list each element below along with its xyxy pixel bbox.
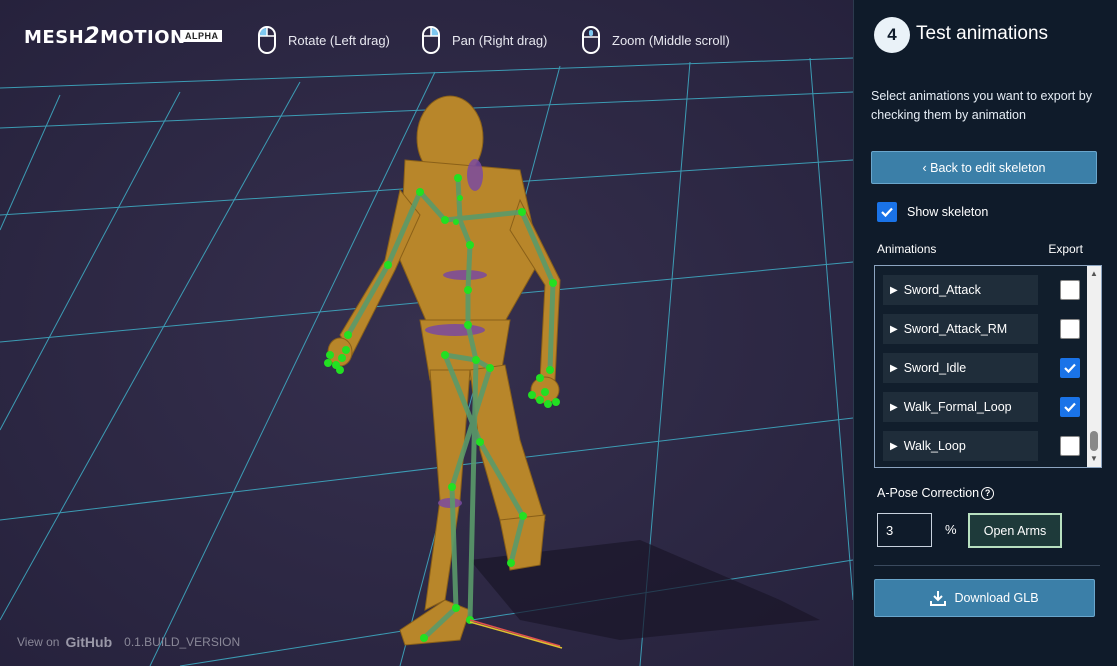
- animation-name: Sword_Idle: [903, 361, 967, 375]
- play-icon: ▶: [890, 362, 898, 374]
- play-icon: ▶: [890, 284, 898, 296]
- scroll-up-icon[interactable]: ▲: [1089, 269, 1099, 279]
- animation-row-walk-loop[interactable]: ▶ Walk_Loop: [883, 431, 1080, 461]
- rotate-hint: Rotate (Left drag): [258, 24, 390, 56]
- animations-header: Animations Export: [877, 242, 1083, 256]
- checkmark-icon: [1064, 402, 1076, 413]
- side-panel: 4 Test animations Select animations you …: [853, 0, 1117, 666]
- rotate-hint-label: Rotate (Left drag): [288, 32, 390, 48]
- pan-hint-label: Pan (Right drag): [452, 32, 548, 48]
- download-icon: [930, 591, 947, 606]
- animations-list[interactable]: ▶ Sword_Attack ▶ Sword_Attack_RM ▶ Sword_Id…: [874, 265, 1102, 468]
- export-column-header: Export: [1048, 242, 1083, 256]
- animation-name: Walk_Formal_Loop: [903, 400, 1012, 414]
- scroll-down-icon[interactable]: ▼: [1089, 454, 1099, 464]
- show-skeleton-checkbox[interactable]: [877, 202, 897, 222]
- zoom-hint-label: Zoom (Middle scroll): [612, 32, 730, 48]
- apose-correction-label: A-Pose Correction ?: [877, 486, 995, 500]
- animation-row-sword-attack-rm[interactable]: ▶ Sword_Attack_RM: [883, 314, 1080, 344]
- show-skeleton-toggle[interactable]: Show skeleton: [877, 202, 988, 222]
- mouse-left-icon: [258, 26, 276, 54]
- apose-label-text: A-Pose Correction: [877, 486, 980, 500]
- animation-play-item[interactable]: ▶ Sword_Idle: [883, 353, 1038, 383]
- animation-play-item[interactable]: ▶ Walk_Loop: [883, 431, 1038, 461]
- download-glb-button[interactable]: Download GLB: [874, 579, 1095, 617]
- animation-name: Walk_Loop: [903, 439, 966, 453]
- mouse-right-icon: [422, 26, 440, 54]
- play-icon: ▶: [890, 440, 898, 452]
- export-checkbox[interactable]: [1060, 358, 1080, 378]
- animations-column-header: Animations: [877, 242, 937, 256]
- export-checkbox[interactable]: [1060, 280, 1080, 300]
- checkmark-icon: [1064, 363, 1076, 374]
- open-arms-button[interactable]: Open Arms: [968, 513, 1062, 548]
- checkmark-icon: [881, 207, 893, 218]
- animation-play-item[interactable]: ▶ Walk_Formal_Loop: [883, 392, 1038, 422]
- animation-row-sword-idle[interactable]: ▶ Sword_Idle: [883, 353, 1080, 383]
- animation-play-item[interactable]: ▶ Sword_Attack_RM: [883, 314, 1038, 344]
- export-checkbox[interactable]: [1060, 319, 1080, 339]
- view-on-label: View on: [17, 635, 60, 649]
- download-glb-label: Download GLB: [954, 591, 1039, 605]
- export-checkbox[interactable]: [1060, 436, 1080, 456]
- animation-name: Sword_Attack: [903, 283, 981, 297]
- apose-percent-input[interactable]: [877, 513, 932, 547]
- animation-row-sword-attack[interactable]: ▶ Sword_Attack: [883, 275, 1080, 305]
- show-skeleton-label: Show skeleton: [907, 205, 989, 219]
- animation-play-item[interactable]: ▶ Sword_Attack: [883, 275, 1038, 305]
- animation-name: Sword_Attack_RM: [903, 322, 1008, 336]
- scene-canvas[interactable]: [0, 0, 853, 666]
- alpha-badge: ALPHA: [182, 30, 222, 42]
- 3d-viewport[interactable]: MESH2MOTION ALPHA Rotate (Left drag) Pan…: [0, 0, 853, 666]
- back-to-edit-skeleton-button[interactable]: ‹ Back to edit skeleton: [871, 151, 1097, 184]
- app-logo: MESH2MOTION: [24, 24, 186, 49]
- zoom-hint: Zoom (Middle scroll): [582, 24, 730, 56]
- export-checkbox[interactable]: [1060, 397, 1080, 417]
- step-description: Select animations you want to export by …: [871, 89, 1092, 122]
- step-number-badge: 4: [874, 17, 910, 53]
- step-title: Test animations: [916, 23, 1049, 44]
- mouse-middle-icon: [582, 26, 600, 54]
- percent-unit: %: [945, 522, 957, 537]
- version-label: 0.1.BUILD_VERSION: [124, 635, 241, 649]
- help-icon[interactable]: ?: [981, 486, 995, 500]
- animations-scrollbar[interactable]: ▲ ▼: [1087, 266, 1101, 467]
- top-toolbar: MESH2MOTION ALPHA Rotate (Left drag) Pan…: [0, 0, 853, 70]
- github-link[interactable]: GitHub: [65, 634, 112, 650]
- pan-hint: Pan (Right drag): [422, 24, 547, 56]
- footer: View on GitHub 0.1.BUILD_VERSION: [17, 634, 240, 650]
- scroll-thumb[interactable]: [1090, 431, 1098, 451]
- play-icon: ▶: [890, 401, 898, 413]
- panel-divider: [874, 565, 1100, 566]
- play-icon: ▶: [890, 323, 898, 335]
- animation-row-walk-formal-loop[interactable]: ▶ Walk_Formal_Loop: [883, 392, 1080, 422]
